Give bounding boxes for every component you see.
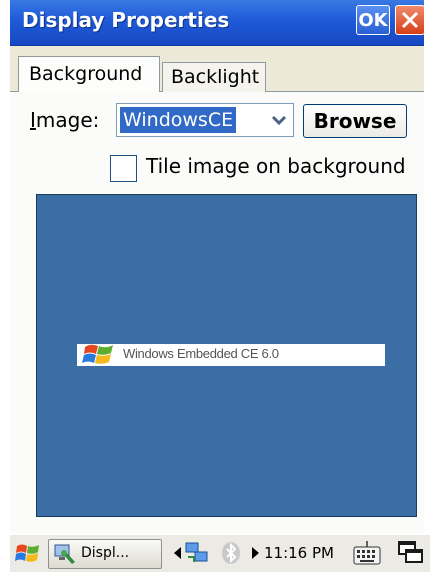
window-title: Display Properties bbox=[22, 8, 230, 32]
desktop-icon[interactable] bbox=[398, 540, 424, 566]
preview-logo-text: Windows Embedded CE 6.0 bbox=[123, 346, 279, 361]
image-label-rest: mage: bbox=[35, 108, 100, 132]
title-bar[interactable]: Display Properties OK bbox=[10, 0, 425, 46]
background-preview: Windows Embedded CE 6.0 bbox=[36, 194, 417, 517]
system-tray: 11:16 PM bbox=[168, 535, 430, 572]
bluetooth-icon[interactable] bbox=[220, 541, 242, 565]
image-select[interactable]: WindowsCE bbox=[116, 103, 294, 137]
taskbar-task-label: Displ... bbox=[81, 545, 130, 561]
image-label: Image: bbox=[30, 108, 99, 132]
clock[interactable]: 11:16 PM bbox=[264, 544, 334, 562]
taskbar-display-properties-button[interactable]: Displ... bbox=[48, 539, 162, 569]
close-button[interactable] bbox=[395, 5, 425, 35]
tray-scroll-left-icon[interactable] bbox=[174, 547, 181, 559]
tab-background[interactable]: Background bbox=[18, 56, 160, 92]
close-icon bbox=[401, 11, 419, 29]
chevron-down-icon[interactable] bbox=[267, 108, 291, 132]
ok-button[interactable]: OK bbox=[356, 5, 390, 35]
windows-ce-logo: Windows Embedded CE 6.0 bbox=[77, 344, 385, 366]
keyboard-icon[interactable] bbox=[352, 539, 382, 567]
tray-scroll-right-icon[interactable] bbox=[252, 547, 259, 559]
tile-image-label: Tile image on background bbox=[146, 154, 406, 178]
image-select-value: WindowsCE bbox=[120, 107, 237, 133]
taskbar: Displ... 11:16 PM bbox=[10, 534, 430, 572]
display-properties-icon bbox=[54, 544, 75, 564]
windows-flag-icon[interactable] bbox=[14, 541, 42, 567]
display-properties-window: Display Properties OK Backlight Backgrou… bbox=[10, 0, 425, 533]
network-icon[interactable] bbox=[184, 541, 210, 565]
browse-button[interactable]: Browse bbox=[303, 104, 407, 138]
tile-image-checkbox[interactable] bbox=[110, 155, 137, 182]
tab-backlight[interactable]: Backlight bbox=[162, 62, 266, 92]
windows-flag-logo-icon bbox=[82, 344, 113, 364]
